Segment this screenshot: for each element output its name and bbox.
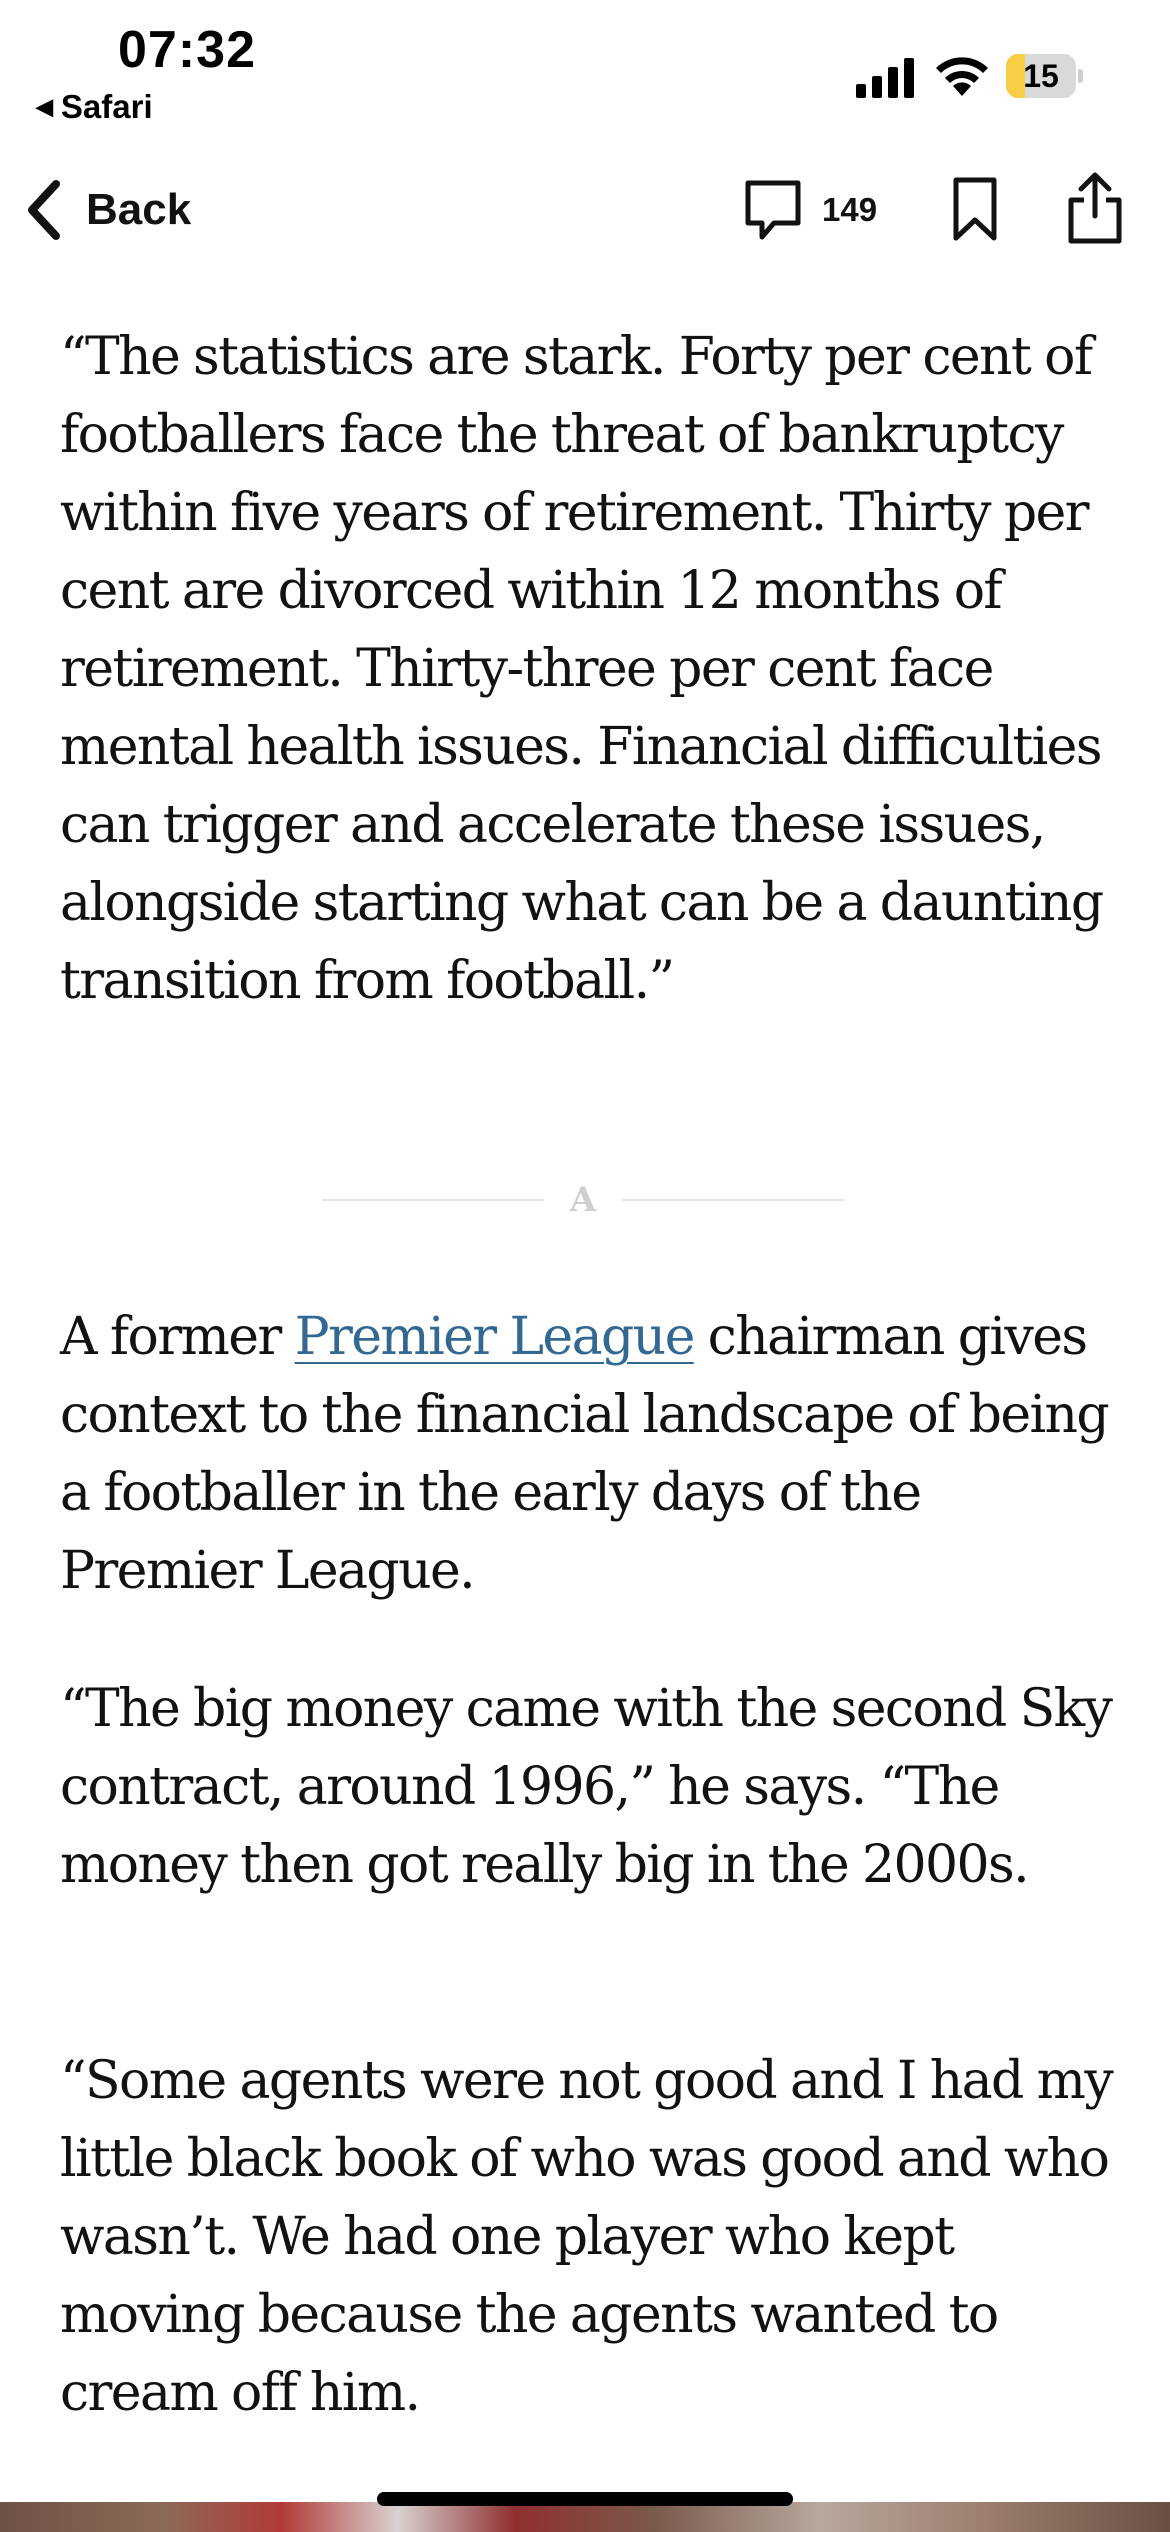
battery-level: 15 <box>1023 58 1059 94</box>
section-divider: A <box>322 1180 844 1220</box>
chevron-left-icon <box>28 180 60 240</box>
back-to-app-label: Safari <box>60 88 153 125</box>
article-paragraph: “The big money came with the second Sky … <box>60 1679 1113 1895</box>
article-image <box>0 2502 1170 2532</box>
back-triangle-icon: ◀ <box>36 94 53 119</box>
article-paragraph: A former Premier League chairman gives c… <box>60 1298 1120 1610</box>
cellular-signal-icon <box>856 58 914 98</box>
battery-icon: 15 <box>1006 54 1084 98</box>
home-indicator[interactable] <box>377 2492 793 2506</box>
bookmark-icon[interactable] <box>952 176 998 242</box>
status-bar: 07:32 ◀ Safari 15 <box>0 0 1170 150</box>
wifi-icon <box>936 57 988 96</box>
back-label: Back <box>86 185 192 234</box>
back-button[interactable]: Back <box>24 170 191 250</box>
comment-count: 149 <box>822 191 878 228</box>
divider-logo-mark: A <box>569 1180 597 1220</box>
article-paragraph: “Some agents were not good and I had my … <box>60 2051 1114 2423</box>
comments-button[interactable]: 149 <box>744 178 877 242</box>
article-toolbar: Back 149 <box>0 160 1170 260</box>
quote-paragraph: “The statistics are stark. Forty per cen… <box>60 327 1104 1011</box>
paragraph-text: A former <box>60 1307 295 1367</box>
status-time: 07:32 <box>118 21 256 79</box>
premier-league-link[interactable]: Premier League <box>295 1307 696 1367</box>
comment-icon <box>745 180 801 240</box>
share-icon[interactable] <box>1066 170 1124 246</box>
back-to-app-button[interactable]: ◀ Safari <box>36 88 153 126</box>
